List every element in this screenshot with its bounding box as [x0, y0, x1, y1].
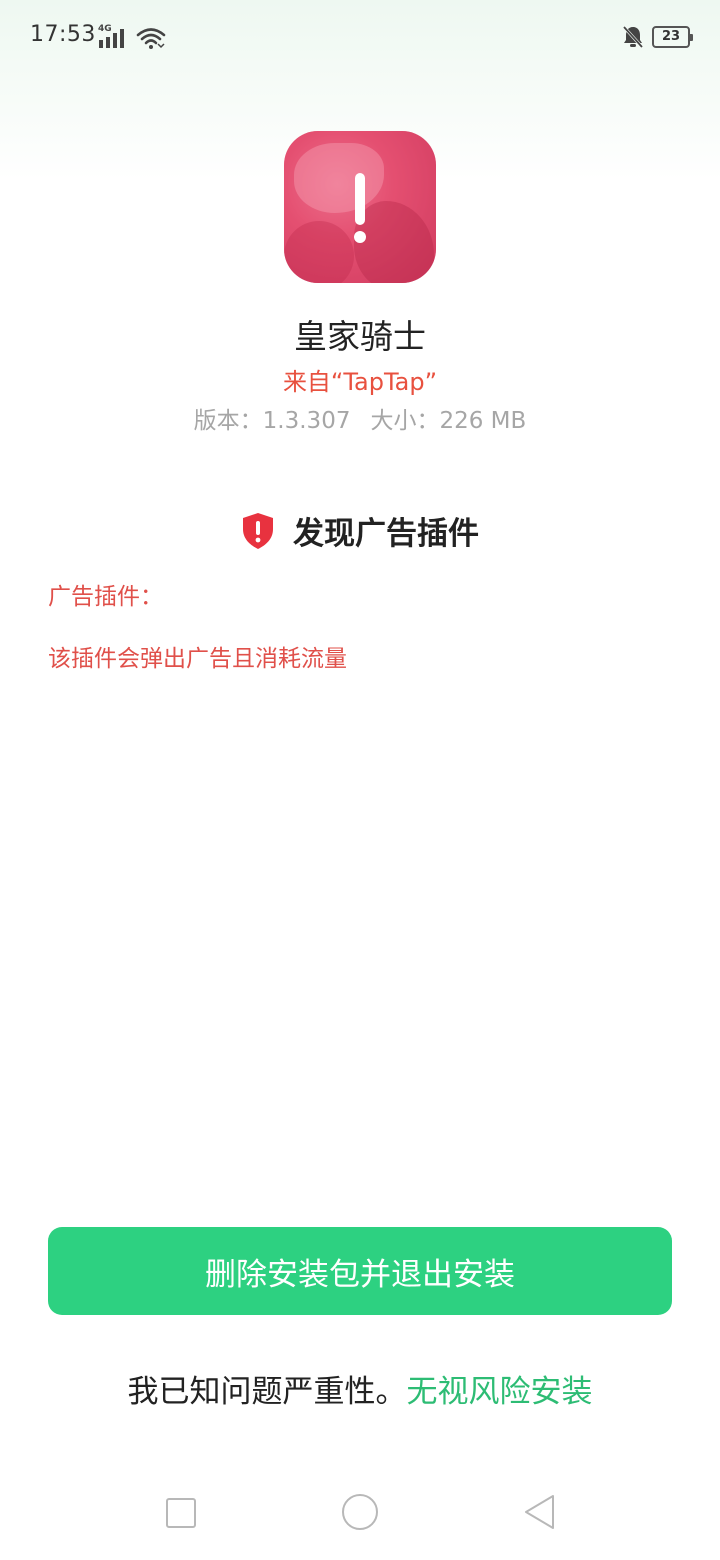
recent-apps-button[interactable]: [166, 1498, 196, 1528]
app-source: 来自“TapTap”: [282, 368, 438, 396]
app-version: 版本：1.3.307: [193, 408, 351, 434]
signal-icon: 4G: [98, 24, 128, 50]
battery-icon: 23: [652, 26, 693, 48]
warning-header: 发现广告插件: [0, 508, 720, 553]
app-size: 大小：226 MB: [370, 408, 527, 434]
ignore-risk-row: 我已知问题严重性。无视风险安装: [0, 1366, 720, 1411]
back-button[interactable]: [522, 1494, 556, 1530]
app-icon: [284, 131, 436, 283]
status-left-icons: 4G: [98, 22, 166, 50]
delete-and-exit-button[interactable]: 删除安装包并退出安装: [48, 1227, 672, 1315]
ignore-risk-install-link[interactable]: 无视风险安装: [407, 1374, 593, 1410]
plugin-label: 广告插件：: [48, 584, 163, 610]
status-time: 17:53: [30, 22, 96, 47]
navigation-bar: [0, 1470, 720, 1560]
status-right-icons: 23: [622, 24, 693, 50]
mute-icon: [622, 25, 644, 49]
warning-exclamation-icon: [354, 173, 366, 243]
shield-alert-icon: [241, 512, 275, 550]
ignore-risk-prefix: 我已知问题严重性。: [127, 1374, 407, 1410]
app-name: 皇家骑士: [294, 317, 426, 356]
app-meta: 版本：1.3.307 大小：226 MB: [0, 401, 720, 435]
install-warning-screen: 17:53 4G 23 皇家骑士 来自“TapTap” 版本：1.3.307 大…: [0, 0, 720, 1560]
wifi-icon: [136, 26, 166, 50]
status-bar: 17:53 4G 23: [0, 0, 720, 72]
warning-title: 发现广告插件: [293, 516, 479, 552]
home-button[interactable]: [342, 1494, 378, 1530]
plugin-description: 该插件会弹出广告且消耗流量: [48, 646, 347, 672]
